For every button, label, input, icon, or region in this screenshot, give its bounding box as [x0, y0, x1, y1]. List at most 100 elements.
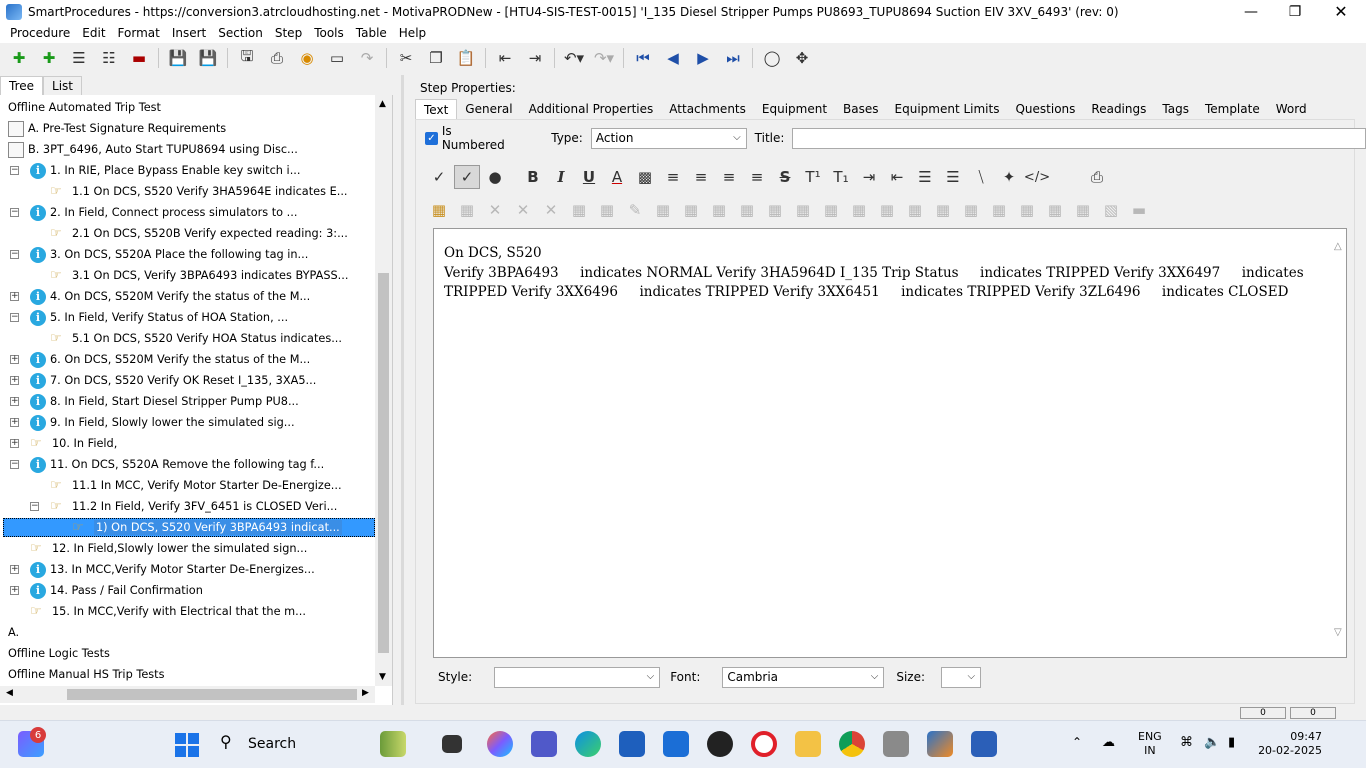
scroll-down-icon[interactable]: ▼ — [379, 672, 386, 682]
tab-equipment[interactable]: Equipment — [754, 99, 835, 120]
add-child-icon[interactable]: ✚ — [37, 46, 61, 70]
menu-edit[interactable]: Edit — [76, 26, 111, 40]
menu-section[interactable]: Section — [212, 26, 269, 40]
menu-format[interactable]: Format — [112, 26, 166, 40]
tab-questions[interactable]: Questions — [1007, 99, 1083, 120]
insert-table-icon[interactable]: ▦ — [426, 198, 452, 222]
app-icon[interactable] — [883, 731, 909, 757]
autocheck-icon[interactable]: ✓ — [454, 165, 480, 189]
restore-button[interactable]: ❐ — [1272, 0, 1318, 23]
tree-node[interactable]: ☞ 1.1 On DCS, S520 Verify 3HA5964E indica… — [50, 181, 348, 202]
tree-node[interactable]: i 8. In Field, Start Diesel Stripper Pump… — [30, 391, 299, 412]
volume-icon[interactable]: 🔈 — [1204, 735, 1220, 750]
tree-node[interactable]: ☞ 2.1 On DCS, S520B Verify expected readi… — [50, 223, 348, 244]
editor-content[interactable]: On DCS, S520 Verify 3BPA6493 indicates N… — [444, 244, 1324, 303]
tree-node[interactable]: ☞ 5.1 On DCS, S520 Verify HOA Status indi… — [50, 328, 342, 349]
remote-icon[interactable] — [663, 731, 689, 757]
tree-node[interactable]: i 1. In RIE, Place Bypass Enable key swit… — [30, 160, 300, 181]
tree-horizontal-scrollbar[interactable]: ◀ ▶ — [0, 686, 375, 703]
window-icon[interactable]: ▭ — [325, 46, 349, 70]
expand-icon[interactable]: + — [10, 439, 19, 448]
chevron-up-icon[interactable]: △ — [1334, 241, 1342, 252]
save-all-icon[interactable]: 💾 — [166, 46, 190, 70]
collapse-icon[interactable]: − — [30, 502, 39, 511]
last-icon[interactable]: ⏭ — [721, 46, 745, 70]
file-explorer-icon[interactable] — [795, 731, 821, 757]
task-view-icon[interactable] — [442, 735, 462, 753]
tree-node[interactable]: i 5. In Field, Verify Status of HOA Stati… — [30, 307, 288, 328]
code-icon[interactable]: </> — [1024, 165, 1050, 189]
close-button[interactable]: ✕ — [1318, 0, 1364, 23]
copilot-icon[interactable] — [487, 731, 513, 757]
tree-node[interactable]: i 6. On DCS, S520M Verify the status of t… — [30, 349, 310, 370]
tree-node[interactable]: i 2. In Field, Connect process simulators… — [30, 202, 297, 223]
superscript-icon[interactable]: T¹ — [800, 165, 826, 189]
tab-text[interactable]: Text — [415, 99, 458, 120]
chrome-icon[interactable] — [839, 731, 865, 757]
tab-template[interactable]: Template — [1197, 99, 1268, 120]
tree-node[interactable]: ☞ 3.1 On DCS, Verify 3BPA6493 indicates B… — [50, 265, 348, 286]
menu-help[interactable]: Help — [393, 26, 432, 40]
menu-tools[interactable]: Tools — [308, 26, 350, 40]
undo-icon[interactable]: ↶▾ — [562, 46, 586, 70]
spellcheck-icon[interactable]: ✓ — [426, 165, 452, 189]
tree-node[interactable]: ☞ 12. In Field,Slowly lower the simulated… — [30, 538, 307, 559]
pane-splitter[interactable] — [401, 75, 404, 705]
weather-icon[interactable] — [380, 731, 406, 757]
tree-node[interactable]: ☞ 10. In Field, — [30, 433, 117, 454]
subscript-icon[interactable]: T₁ — [828, 165, 854, 189]
smartprocedures-icon[interactable] — [927, 731, 953, 757]
tab-word[interactable]: Word — [1268, 99, 1315, 120]
menu-insert[interactable]: Insert — [166, 26, 212, 40]
indent-out-icon[interactable]: ⇤ — [884, 165, 910, 189]
tree-node[interactable]: ☞ 15. In MCC,Verify with Electrical that … — [30, 601, 306, 622]
tree-node[interactable]: ☞ 11.2 In Field, Verify 3FV_6451 is CLOSE… — [50, 496, 337, 517]
spell-icon[interactable]: ◉ — [295, 46, 319, 70]
menu-step[interactable]: Step — [269, 26, 308, 40]
title-input[interactable] — [792, 127, 1366, 149]
tab-list[interactable]: List — [43, 76, 82, 95]
find-icon[interactable]: ◯ — [760, 46, 784, 70]
expand-icon[interactable]: + — [10, 355, 19, 364]
font-select[interactable]: Cambria ⌵ — [722, 666, 885, 688]
chevron-down-icon[interactable]: ▽ — [1334, 627, 1342, 638]
bold-icon[interactable]: B — [520, 165, 546, 189]
teams-icon[interactable] — [531, 731, 557, 757]
edge-icon[interactable] — [575, 731, 601, 757]
tab-readings[interactable]: Readings — [1083, 99, 1154, 120]
tree-node[interactable]: i 11. On DCS, S520A Remove the following … — [30, 454, 324, 475]
is-numbered-checkbox[interactable]: ✓ — [425, 131, 438, 145]
collapse-icon[interactable]: − — [10, 313, 19, 322]
next-icon[interactable]: ▶ — [691, 46, 715, 70]
store-icon[interactable] — [619, 731, 645, 757]
tab-tree[interactable]: Tree — [0, 76, 44, 95]
taskbar-search[interactable]: Search — [248, 736, 296, 752]
tree-node[interactable]: Offline Manual HS Trip Tests — [8, 664, 164, 685]
list-icon[interactable]: ☰ — [67, 46, 91, 70]
colorize-icon[interactable]: ● — [482, 165, 508, 189]
horizontal-rule-icon[interactable]: ⧹ — [968, 165, 994, 189]
remove-icon[interactable]: ▬ — [127, 46, 151, 70]
windows-start-icon[interactable] — [175, 733, 199, 757]
expand-icon[interactable]: + — [10, 376, 19, 385]
opera-icon[interactable] — [751, 731, 777, 757]
cut-icon[interactable]: ✂ — [394, 46, 418, 70]
export-icon[interactable]: 🖫 — [235, 46, 259, 70]
hscroll-thumb[interactable] — [67, 689, 357, 700]
tree-node[interactable]: i 13. In MCC,Verify Motor Starter De-Ener… — [30, 559, 315, 580]
tab-equipment-limits[interactable]: Equipment Limits — [887, 99, 1008, 120]
indent-in-icon[interactable]: ⇥ — [856, 165, 882, 189]
indent-icon[interactable]: ⇥ — [523, 46, 547, 70]
tab-general[interactable]: General — [457, 99, 520, 120]
scroll-right-icon[interactable]: ▶ — [362, 688, 369, 698]
collapse-icon[interactable]: − — [10, 166, 19, 175]
first-icon[interactable]: ⏮ — [631, 46, 655, 70]
tab-additional-properties[interactable]: Additional Properties — [521, 99, 662, 120]
scroll-thumb[interactable] — [378, 273, 389, 653]
step-text-editor[interactable]: On DCS, S520 Verify 3BPA6493 indicates N… — [433, 228, 1347, 658]
tree-node[interactable]: i 4. On DCS, S520M Verify the status of t… — [30, 286, 310, 307]
tree-node[interactable]: ☞ 11.1 In MCC, Verify Motor Starter De-En… — [50, 475, 342, 496]
add-icon[interactable]: ✚ — [7, 46, 31, 70]
italic-icon[interactable]: I — [548, 165, 574, 189]
network-sync-icon[interactable]: ☁ — [1102, 735, 1115, 750]
